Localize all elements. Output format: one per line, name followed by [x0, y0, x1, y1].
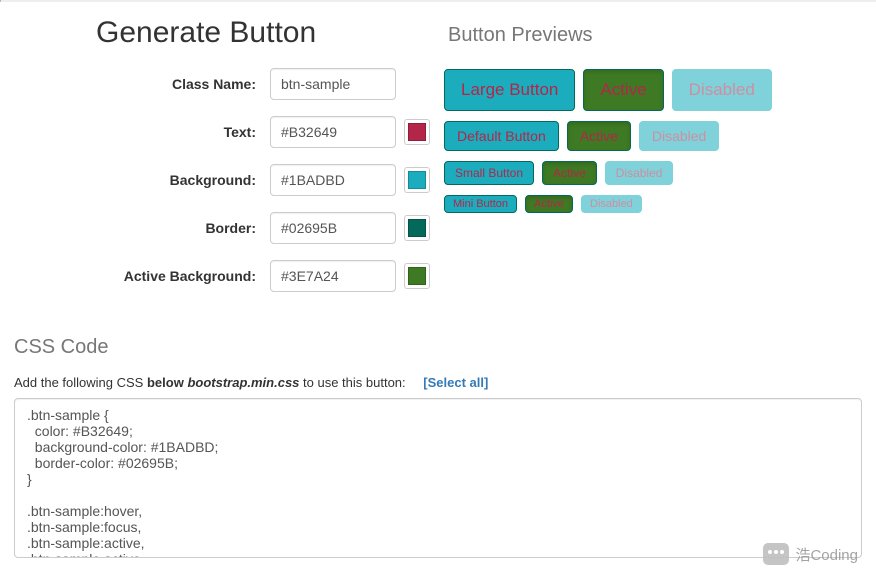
- preview-default-disabled[interactable]: Disabled: [639, 121, 719, 151]
- previews-panel: Button Previews Large Button Active Disa…: [438, 2, 868, 308]
- text-color-swatch[interactable]: [404, 119, 430, 145]
- select-all-link[interactable]: [Select all]: [423, 375, 488, 390]
- swatch-inner: [408, 267, 426, 285]
- preview-row-mini: Mini Button Active Disabled: [444, 195, 862, 213]
- text-color-label: Text:: [14, 124, 270, 140]
- css-instruction: Add the following CSS below bootstrap.mi…: [14, 375, 862, 390]
- border-color-label: Border:: [14, 220, 270, 236]
- preview-mini-active[interactable]: Active: [525, 195, 573, 213]
- previews-title: Button Previews: [448, 24, 862, 47]
- preview-default-button[interactable]: Default Button: [444, 121, 559, 151]
- preview-small-disabled[interactable]: Disabled: [605, 161, 674, 185]
- preview-row-small: Small Button Active Disabled: [444, 161, 862, 185]
- preview-row-large: Large Button Active Disabled: [444, 69, 862, 111]
- active-bg-label: Active Background:: [14, 268, 270, 284]
- preview-row-default: Default Button Active Disabled: [444, 121, 862, 151]
- instruction-bold: below: [147, 375, 184, 390]
- background-color-swatch[interactable]: [404, 167, 430, 193]
- preview-large-button[interactable]: Large Button: [444, 69, 575, 111]
- swatch-inner: [408, 171, 426, 189]
- swatch-inner: [408, 123, 426, 141]
- css-code-section: CSS Code Add the following CSS below boo…: [14, 336, 862, 561]
- instruction-suffix: to use this button:: [299, 375, 405, 390]
- preview-mini-disabled[interactable]: Disabled: [581, 195, 642, 213]
- preview-small-button[interactable]: Small Button: [444, 161, 534, 185]
- watermark: 浩Coding: [763, 543, 858, 565]
- instruction-prefix: Add the following CSS: [14, 375, 147, 390]
- generate-form: Generate Button Class Name: Text: Backgr…: [8, 2, 438, 308]
- background-color-input[interactable]: [270, 164, 396, 196]
- preview-large-disabled[interactable]: Disabled: [672, 69, 772, 111]
- preview-default-active[interactable]: Active: [567, 121, 631, 151]
- speech-bubble-icon: [763, 543, 789, 565]
- preview-large-active[interactable]: Active: [583, 69, 663, 111]
- page-title: Generate Button: [96, 16, 432, 50]
- instruction-italic: bootstrap.min.css: [187, 375, 299, 390]
- class-name-input[interactable]: [270, 68, 396, 100]
- text-color-input[interactable]: [270, 116, 396, 148]
- preview-mini-button[interactable]: Mini Button: [444, 195, 517, 213]
- preview-small-active[interactable]: Active: [542, 161, 597, 185]
- watermark-text: 浩Coding: [795, 544, 858, 565]
- css-code-heading: CSS Code: [14, 336, 862, 359]
- class-name-label: Class Name:: [14, 76, 270, 92]
- swatch-inner: [408, 219, 426, 237]
- active-bg-swatch[interactable]: [404, 263, 430, 289]
- background-color-label: Background:: [14, 172, 270, 188]
- css-code-box[interactable]: [14, 398, 862, 558]
- border-color-swatch[interactable]: [404, 215, 430, 241]
- active-bg-input[interactable]: [270, 260, 396, 292]
- border-color-input[interactable]: [270, 212, 396, 244]
